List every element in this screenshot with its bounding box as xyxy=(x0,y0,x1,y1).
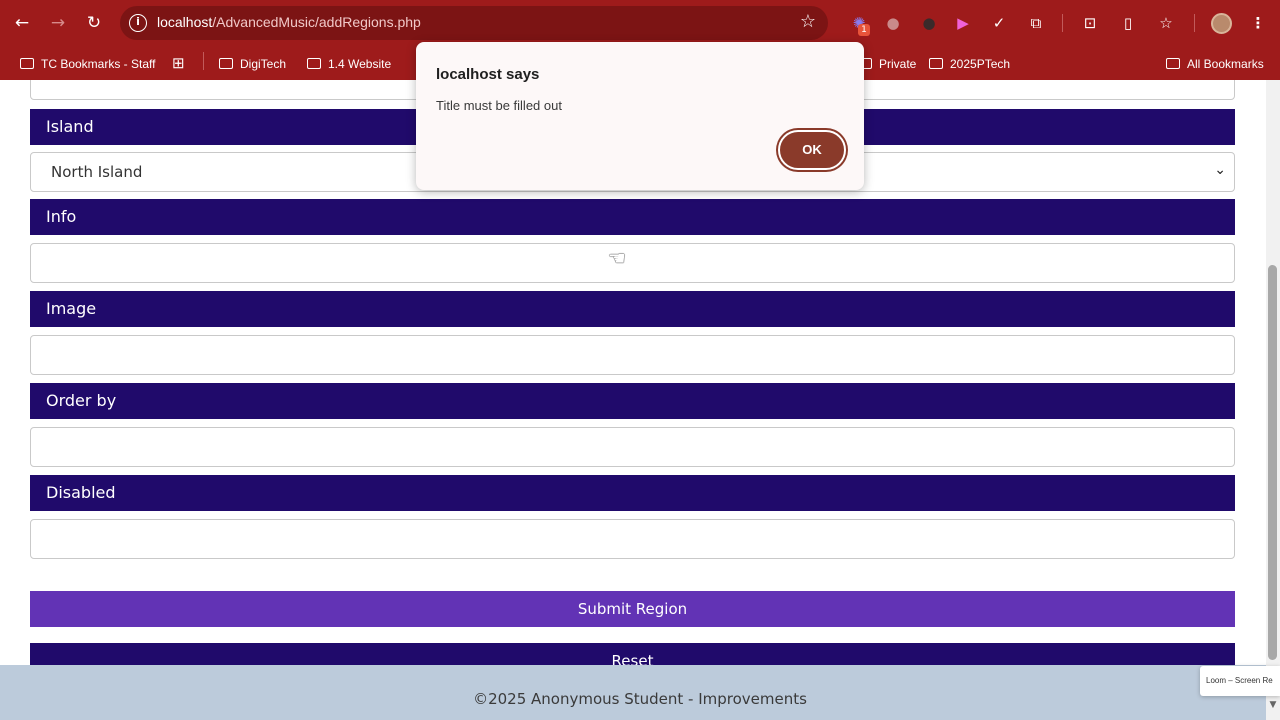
reset-button[interactable]: Reset xyxy=(30,643,1235,665)
bookmark-star-icon[interactable]: ☆ xyxy=(800,11,816,32)
chevron-down-icon: ⌄ xyxy=(1214,162,1226,178)
bookmark-private[interactable]: Private xyxy=(858,54,916,74)
bookmarks-divider xyxy=(203,52,204,70)
folder-icon xyxy=(1166,58,1180,69)
back-arrow-icon[interactable]: ← xyxy=(10,11,34,35)
pen-icon[interactable]: ✓ xyxy=(988,12,1010,34)
ok-button[interactable]: OK xyxy=(778,130,846,170)
bookmark-2025ptech[interactable]: 2025PTech xyxy=(929,54,1010,74)
bookmark-label: TC Bookmarks - Staff xyxy=(41,57,156,71)
loom-tab[interactable]: Loom – Screen Re xyxy=(1200,666,1280,696)
folder-icon xyxy=(20,58,34,69)
extensions-puzzle-icon[interactable]: ⧉ xyxy=(1025,12,1047,34)
hand-cursor-icon: ☚ xyxy=(608,246,626,270)
bookmark-digitech[interactable]: DigiTech xyxy=(219,54,286,74)
menu-kebab-icon[interactable]: ⋮ xyxy=(1247,12,1269,34)
url-host: localhost xyxy=(157,14,213,30)
bookmark-label: Private xyxy=(879,57,917,71)
reload-icon[interactable]: ↻ xyxy=(82,11,106,35)
extension-icon[interactable]: ● xyxy=(882,12,904,34)
disabled-input[interactable] xyxy=(30,519,1235,559)
disabled-label: Disabled xyxy=(30,475,1235,511)
dialog-title: localhost says xyxy=(436,66,540,83)
alert-dialog: localhost says Title must be filled out … xyxy=(416,42,864,190)
browser-toolbar: ← → ↻ i localhost/AdvancedMusic/addRegio… xyxy=(0,0,1280,46)
footer-text: ©2025 Anonymous Student - Improvements xyxy=(473,690,807,708)
bookmark-1-4-website[interactable]: 1.4 Website xyxy=(307,54,391,74)
folder-icon xyxy=(219,58,233,69)
url-text[interactable]: localhost/AdvancedMusic/addRegions.php xyxy=(157,14,421,30)
bookmark-label: 1.4 Website xyxy=(328,57,392,71)
forward-arrow-icon[interactable]: → xyxy=(46,11,70,35)
dialog-message: Title must be filled out xyxy=(436,98,562,113)
favorites-icon[interactable]: ☆ xyxy=(1155,12,1177,34)
order-by-label: Order by xyxy=(30,383,1235,419)
extension-badge: 1 xyxy=(858,24,870,36)
order-by-input[interactable] xyxy=(30,427,1235,467)
image-label: Image xyxy=(30,291,1235,327)
profile-avatar[interactable] xyxy=(1211,13,1232,34)
address-bar[interactable]: i localhost/AdvancedMusic/addRegions.php… xyxy=(120,6,828,40)
page-footer: ©2025 Anonymous Student - Improvements xyxy=(0,665,1266,720)
bookmark-all-bookmarks[interactable]: All Bookmarks xyxy=(1166,54,1264,74)
bookmark-label: DigiTech xyxy=(240,57,287,71)
toolbar-divider xyxy=(1062,14,1063,32)
image-input[interactable] xyxy=(30,335,1235,375)
island-select-value: North Island xyxy=(51,163,143,181)
extension-icon[interactable]: ▶ xyxy=(952,12,974,34)
loom-label: Loom – Screen Re xyxy=(1206,676,1273,685)
info-label: Info xyxy=(30,199,1235,235)
site-info-icon[interactable]: i xyxy=(129,14,147,32)
folder-icon xyxy=(307,58,321,69)
apps-grid-icon[interactable]: ⊞ xyxy=(172,54,185,74)
folder-icon xyxy=(929,58,943,69)
scrollbar-thumb[interactable] xyxy=(1268,265,1277,660)
bookmark-label: All Bookmarks xyxy=(1187,57,1264,71)
scroll-down-arrow-icon[interactable]: ▼ xyxy=(1268,700,1278,710)
bookmark-label: 2025PTech xyxy=(950,57,1011,71)
info-input[interactable] xyxy=(30,243,1235,283)
submit-region-button[interactable]: Submit Region xyxy=(30,591,1235,627)
screenshot-icon[interactable]: ⊡ xyxy=(1079,12,1101,34)
reading-list-icon[interactable]: ▯ xyxy=(1117,12,1139,34)
toolbar-divider xyxy=(1194,14,1195,32)
extension-icon[interactable]: ● xyxy=(918,12,940,34)
url-path: /AdvancedMusic/addRegions.php xyxy=(212,14,421,30)
bookmark-tc-staff[interactable]: TC Bookmarks - Staff xyxy=(20,54,155,74)
